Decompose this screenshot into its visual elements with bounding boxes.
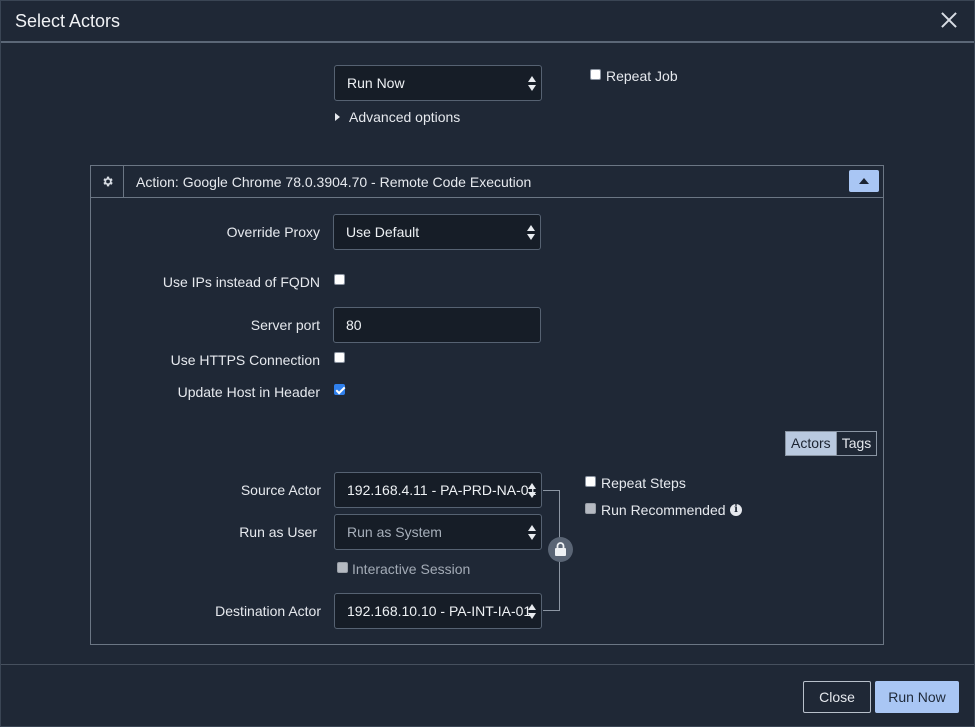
destination-actor-label: Destination Actor [215, 603, 321, 619]
lock-icon [555, 542, 566, 556]
source-actor-value: 192.168.4.11 - PA-PRD-NA-01 [347, 482, 537, 498]
source-actor-label: Source Actor [240, 482, 321, 498]
tab-tags[interactable]: Tags [835, 432, 877, 455]
close-icon[interactable] [940, 11, 958, 29]
select-arrows-icon [526, 225, 536, 241]
select-arrows-icon [527, 604, 537, 620]
panel-settings-button[interactable] [91, 166, 124, 198]
lock-button[interactable] [548, 537, 573, 562]
run-recommended-label: Run Recommended [601, 502, 726, 518]
server-port-label: Server port [250, 317, 320, 333]
use-https-label: Use HTTPS Connection [170, 352, 320, 368]
close-button[interactable]: Close [803, 681, 871, 713]
destination-actor-value: 192.168.10.10 - PA-INT-IA-01 [347, 603, 532, 619]
modal-title: Select Actors [15, 11, 121, 31]
override-proxy-select[interactable]: Use Default [333, 214, 541, 250]
source-actor-select[interactable]: 192.168.4.11 - PA-PRD-NA-01 [334, 472, 542, 508]
select-arrows-icon [527, 483, 537, 499]
advanced-options-link[interactable]: Advanced options [349, 109, 460, 125]
footer-divider [1, 664, 974, 665]
tab-actors[interactable]: Actors [786, 432, 836, 455]
repeat-job-checkbox[interactable] [590, 69, 601, 80]
collapse-button[interactable] [849, 170, 879, 192]
override-proxy-value: Use Default [346, 224, 420, 240]
select-arrows-icon [527, 525, 537, 541]
run-recommended-checkbox[interactable] [585, 503, 596, 514]
select-arrows-icon [527, 76, 537, 92]
update-host-label: Update Host in Header [177, 384, 320, 400]
run-as-user-select[interactable]: Run as System [334, 514, 542, 550]
actors-tags-toggle: Actors Tags [785, 431, 878, 456]
select-actors-modal: Select Actors Run Now Repeat Job Advance… [0, 0, 975, 727]
repeat-steps-checkbox[interactable] [585, 476, 596, 487]
override-proxy-label: Override Proxy [226, 224, 320, 240]
use-ips-label: Use IPs instead of FQDN [162, 274, 320, 290]
interactive-session-label: Interactive Session [352, 561, 471, 577]
gear-icon [103, 176, 113, 187]
info-icon[interactable]: i [730, 504, 742, 516]
run-as-user-value: Run as System [347, 524, 442, 540]
caret-right-icon[interactable] [335, 113, 340, 121]
run-mode-select[interactable]: Run Now [334, 65, 542, 101]
action-panel-header: Action: Google Chrome 78.0.3904.70 - Rem… [91, 166, 883, 198]
interactive-session-checkbox[interactable] [337, 562, 348, 573]
run-as-user-label: Run as User [239, 524, 317, 540]
update-host-checkbox[interactable] [334, 384, 345, 395]
modal-header: Select Actors [1, 1, 974, 43]
run-now-button[interactable]: Run Now [875, 681, 959, 713]
use-https-checkbox[interactable] [334, 352, 345, 363]
repeat-steps-label: Repeat Steps [601, 475, 686, 491]
destination-actor-select[interactable]: 192.168.10.10 - PA-INT-IA-01 [334, 593, 542, 629]
action-title: Action: Google Chrome 78.0.3904.70 - Rem… [136, 174, 532, 190]
use-ips-checkbox[interactable] [334, 274, 345, 285]
repeat-job-label: Repeat Job [606, 68, 678, 84]
server-port-input[interactable]: 80 [333, 307, 541, 343]
run-mode-value: Run Now [347, 75, 405, 91]
